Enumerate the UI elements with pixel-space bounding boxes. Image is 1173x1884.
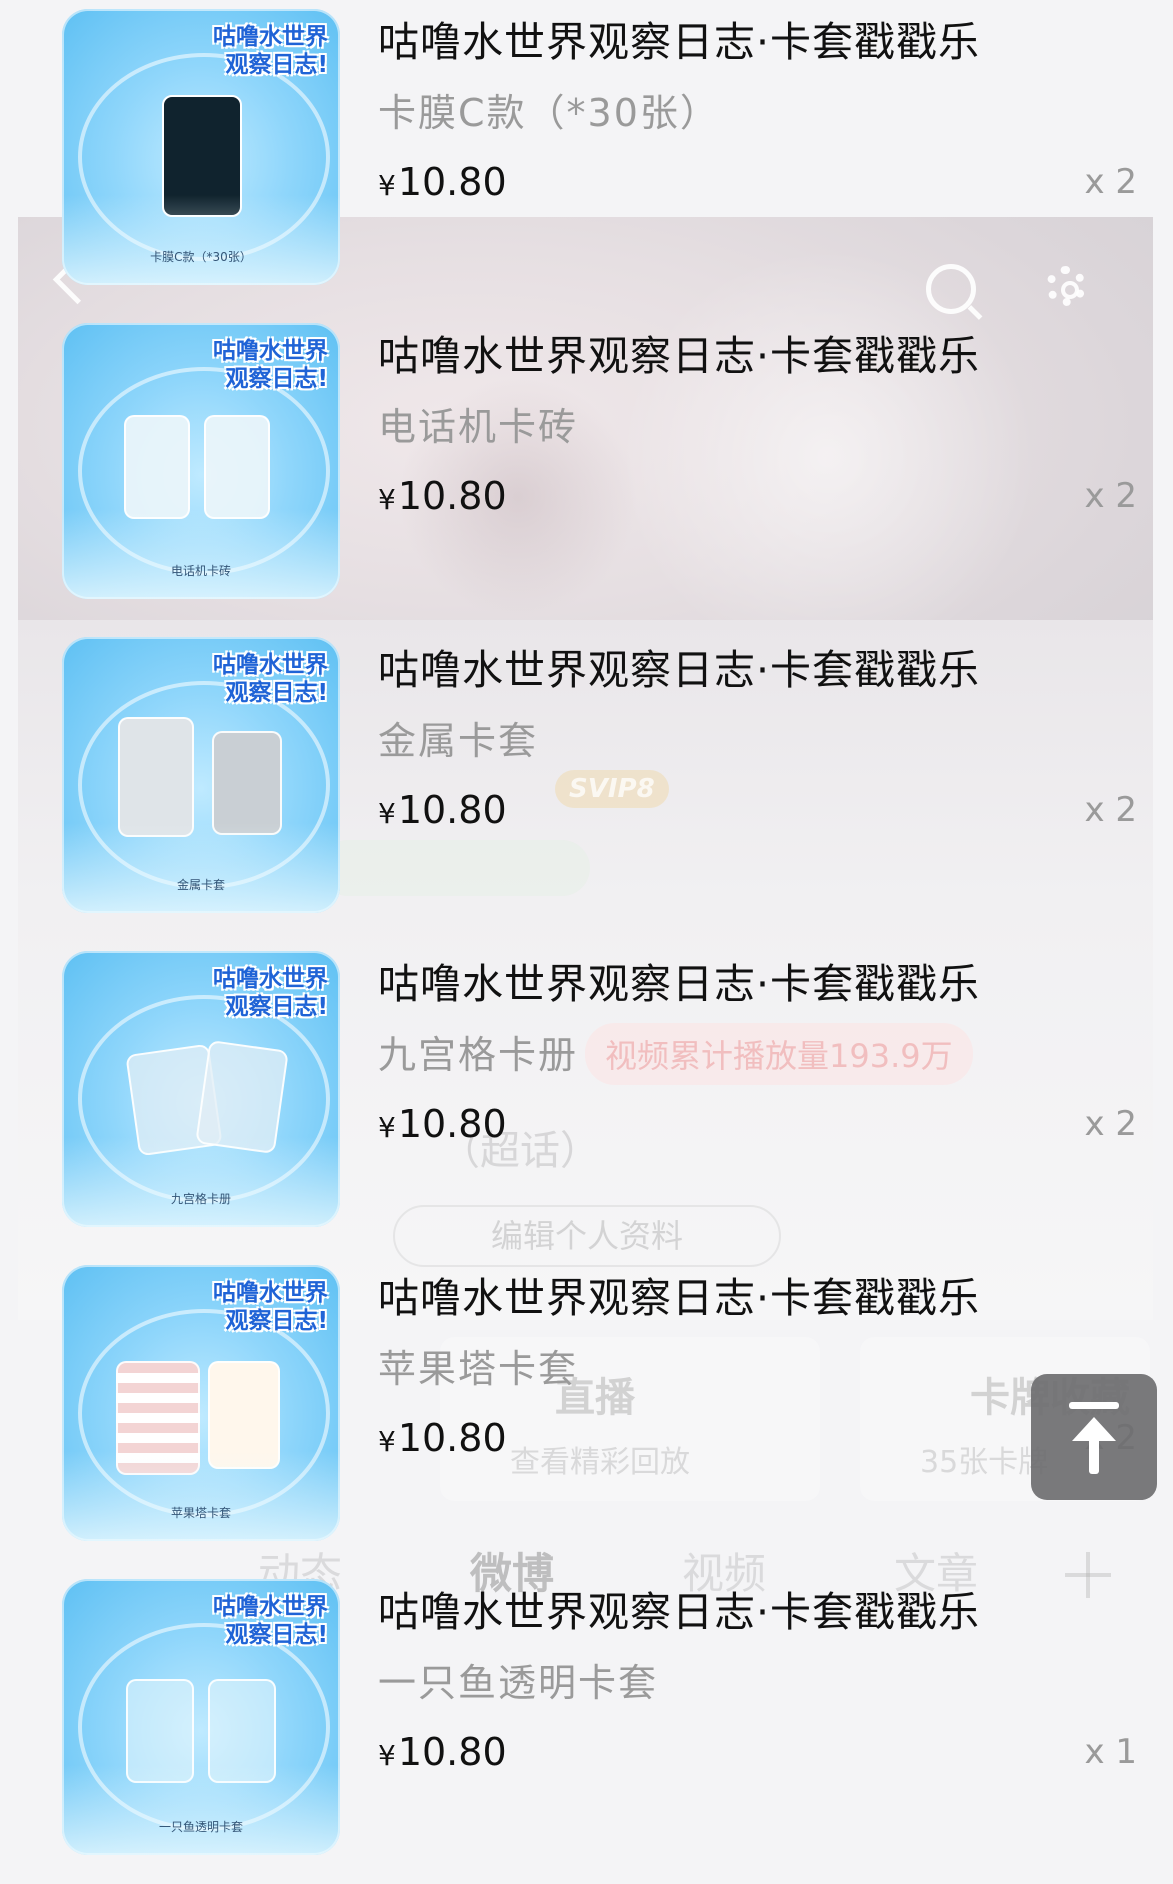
product-variant: 电话机卡砖 (378, 405, 579, 449)
product-item[interactable]: 咕噜水世界观察日志! 九宫格卡册 咕噜水世界观察日志·卡套戳戳乐 九宫格卡册 ¥… (24, 942, 1149, 1256)
frost-decoration (62, 823, 340, 913)
frost-decoration (62, 1451, 340, 1541)
thumbnail-logo: 咕噜水世界观察日志! (213, 1280, 328, 1334)
product-item[interactable]: 咕噜水世界观察日志! 一只鱼透明卡套 咕噜水世界观察日志·卡套戳戳乐 一只鱼透明… (24, 1570, 1149, 1884)
price-value: 10.80 (397, 160, 507, 204)
currency-symbol: ¥ (378, 169, 396, 202)
currency-symbol: ¥ (378, 1111, 396, 1144)
product-list: 咕噜水世界观察日志! 卡膜C款（*30张） 咕噜水世界观察日志·卡套戳戳乐 卡膜… (0, 0, 1173, 1856)
product-title: 咕噜水世界观察日志·卡套戳戳乐 (378, 18, 981, 66)
product-variant: 一只鱼透明卡套 (378, 1661, 659, 1705)
frost-decoration (62, 1765, 340, 1855)
product-variant: 卡膜C款（*30张） (378, 91, 720, 135)
price-value: 10.80 (397, 474, 507, 518)
product-thumbnail[interactable]: 咕噜水世界观察日志! 苹果塔卡套 (62, 1265, 340, 1541)
frost-decoration (62, 1137, 340, 1227)
product-title: 咕噜水世界观察日志·卡套戳戳乐 (378, 1274, 981, 1322)
product-variant: 九宫格卡册 (378, 1033, 579, 1077)
currency-symbol: ¥ (378, 483, 396, 516)
product-price: ¥10.80 (378, 1730, 507, 1774)
product-price: ¥10.80 (378, 788, 507, 832)
thumbnail-logo: 咕噜水世界观察日志! (213, 338, 328, 392)
price-value: 10.80 (397, 1416, 507, 1460)
thumbnail-caption: 一只鱼透明卡套 (158, 1820, 243, 1834)
product-title: 咕噜水世界观察日志·卡套戳戳乐 (378, 960, 981, 1008)
product-item[interactable]: 咕噜水世界观察日志! 苹果塔卡套 咕噜水世界观察日志·卡套戳戳乐 苹果塔卡套 ¥… (24, 1256, 1149, 1570)
price-value: 10.80 (397, 1730, 507, 1774)
thumbnail-caption: 卡膜C款（*30张） (150, 250, 252, 264)
product-title: 咕噜水世界观察日志·卡套戳戳乐 (378, 332, 981, 380)
product-variant: 苹果塔卡套 (378, 1347, 579, 1391)
product-item[interactable]: 咕噜水世界观察日志! 卡膜C款（*30张） 咕噜水世界观察日志·卡套戳戳乐 卡膜… (24, 0, 1149, 314)
product-title: 咕噜水世界观察日志·卡套戳戳乐 (378, 1588, 981, 1636)
currency-symbol: ¥ (378, 1425, 396, 1458)
price-value: 10.80 (397, 1102, 507, 1146)
product-thumbnail[interactable]: 咕噜水世界观察日志! 金属卡套 (62, 637, 340, 913)
thumbnail-caption: 电话机卡砖 (170, 564, 231, 578)
product-price: ¥10.80 (378, 1102, 507, 1146)
thumbnail-caption: 九宫格卡册 (170, 1192, 231, 1206)
product-thumbnail[interactable]: 咕噜水世界观察日志! 卡膜C款（*30张） (62, 9, 340, 285)
product-quantity: x 2 (1084, 1104, 1137, 1144)
frost-decoration (62, 509, 340, 599)
product-item[interactable]: 咕噜水世界观察日志! 金属卡套 咕噜水世界观察日志·卡套戳戳乐 金属卡套 ¥10… (24, 628, 1149, 942)
thumbnail-logo: 咕噜水世界观察日志! (213, 966, 328, 1020)
frost-decoration (62, 195, 340, 285)
thumbnail-logo: 咕噜水世界观察日志! (213, 1594, 328, 1648)
metal-card-illustration (118, 717, 194, 837)
product-quantity: x 2 (1084, 162, 1137, 202)
product-quantity: x 2 (1084, 476, 1137, 516)
product-item[interactable]: 咕噜水世界观察日志! 电话机卡砖 咕噜水世界观察日志·卡套戳戳乐 电话机卡砖 ¥… (24, 314, 1149, 628)
product-quantity: x 1 (1084, 1732, 1137, 1772)
product-price: ¥10.80 (378, 474, 507, 518)
product-price: ¥10.80 (378, 160, 507, 204)
phone-card-illustration (124, 415, 190, 519)
currency-symbol: ¥ (378, 797, 396, 830)
thumbnail-caption: 苹果塔卡套 (170, 1506, 231, 1520)
back-to-top-button[interactable] (1031, 1374, 1157, 1500)
currency-symbol: ¥ (378, 1739, 396, 1772)
product-price: ¥10.80 (378, 1416, 507, 1460)
product-variant: 金属卡套 (378, 719, 539, 763)
phone-card-illustration (204, 415, 270, 519)
thumbnail-logo: 咕噜水世界观察日志! (213, 24, 328, 78)
product-thumbnail[interactable]: 咕噜水世界观察日志! 一只鱼透明卡套 (62, 1579, 340, 1855)
metal-card-illustration (212, 731, 282, 835)
product-quantity: x 2 (1084, 790, 1137, 830)
thumbnail-logo: 咕噜水世界观察日志! (213, 652, 328, 706)
product-thumbnail[interactable]: 咕噜水世界观察日志! 电话机卡砖 (62, 323, 340, 599)
price-value: 10.80 (397, 788, 507, 832)
thumbnail-caption: 金属卡套 (176, 878, 225, 892)
product-thumbnail[interactable]: 咕噜水世界观察日志! 九宫格卡册 (62, 951, 340, 1227)
product-title: 咕噜水世界观察日志·卡套戳戳乐 (378, 646, 981, 694)
